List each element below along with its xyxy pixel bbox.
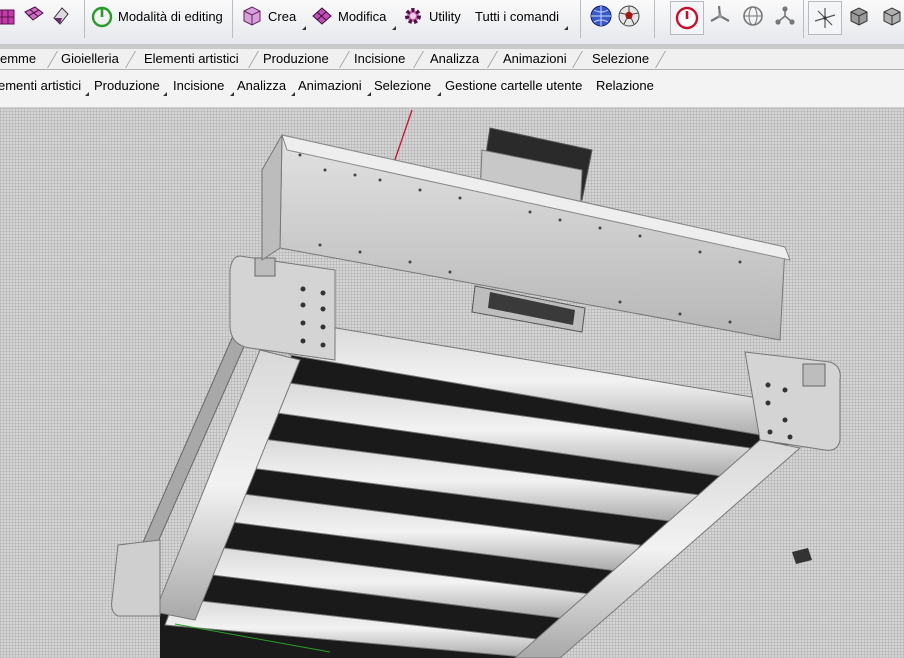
tab-produzione[interactable]: Produzione xyxy=(257,49,335,69)
fan-icon[interactable] xyxy=(708,0,732,32)
node-graph-icon[interactable] xyxy=(773,0,797,32)
tab-selezione[interactable]: Selezione xyxy=(586,49,655,69)
toolbar-separator xyxy=(654,0,655,38)
dropdown-arrow-icon[interactable] xyxy=(85,92,89,96)
dropdown-arrow-icon[interactable] xyxy=(437,92,441,96)
tab-analizza[interactable]: Analizza xyxy=(424,49,485,69)
dropdown-arrow-icon[interactable] xyxy=(291,92,295,96)
cube-icon xyxy=(243,6,261,26)
all-commands-label: Tutti i comandi xyxy=(475,8,560,24)
mesh-surface-icon[interactable] xyxy=(22,0,46,32)
tab-gioielleria[interactable]: Gioielleria xyxy=(55,49,125,69)
dropdown-arrow-icon[interactable] xyxy=(230,92,234,96)
menu-gestione-cartelle-utente[interactable]: Gestione cartelle utente xyxy=(445,77,582,95)
toolbar-separator xyxy=(84,0,85,38)
modify-label: Modifica xyxy=(338,8,387,24)
power-off-icon xyxy=(675,6,699,30)
small-part xyxy=(792,548,812,564)
all-commands-button[interactable]: Tutti i comandi xyxy=(475,0,559,32)
editing-mode-label: Modalità di editing xyxy=(118,8,223,24)
bracket-plate xyxy=(229,255,336,361)
box-view-2-icon[interactable] xyxy=(880,0,904,32)
modify-surface-icon xyxy=(312,7,332,25)
sphere-grid-icon[interactable] xyxy=(741,0,765,32)
viewport-3d[interactable] xyxy=(0,108,904,658)
dropdown-arrow-icon[interactable] xyxy=(302,26,306,30)
soccer-ball-icon[interactable] xyxy=(617,0,641,32)
dropdown-arrow-icon[interactable] xyxy=(392,26,396,30)
dropdown-arrow-icon[interactable] xyxy=(367,92,371,96)
menu-relazione[interactable]: Relazione xyxy=(596,77,654,95)
menu-elementi-artistici[interactable]: ementi artistici xyxy=(0,77,81,95)
box-view-icon[interactable] xyxy=(847,0,871,32)
dropdown-arrow-icon[interactable] xyxy=(163,92,167,96)
tab-bar: emme Gioielleria Elementi artistici Prod… xyxy=(0,49,904,70)
tab-emme[interactable]: emme xyxy=(0,49,42,69)
axis-gizmo-icon xyxy=(814,8,836,28)
toolbar-separator xyxy=(580,0,581,38)
tab-incisione[interactable]: Incisione xyxy=(348,49,411,69)
gear-icon xyxy=(405,8,421,24)
axis-gizmo-button[interactable] xyxy=(808,1,842,35)
editing-mode-button[interactable]: Modalità di editing xyxy=(90,0,223,32)
menu-incisione[interactable]: Incisione xyxy=(173,77,224,95)
create-button[interactable]: Crea xyxy=(240,0,296,32)
power-icon xyxy=(91,6,113,28)
tab-elementi-artistici[interactable]: Elementi artistici xyxy=(138,49,245,69)
toolbar-separator xyxy=(803,0,804,38)
cnc-frame-model xyxy=(111,109,841,658)
create-label: Crea xyxy=(268,8,297,24)
globe-render-icon[interactable] xyxy=(589,0,613,32)
utility-label: Utility xyxy=(429,8,461,24)
menu-analizza[interactable]: Analizza xyxy=(237,77,286,95)
utility-button[interactable]: Utility xyxy=(401,0,461,32)
bracket-plate xyxy=(744,351,841,451)
stop-button[interactable] xyxy=(670,1,704,35)
modify-button[interactable]: Modifica xyxy=(310,0,386,32)
menu-produzione[interactable]: Produzione xyxy=(94,77,160,95)
menu-selezione[interactable]: Selezione xyxy=(374,77,431,95)
toolbar-separator xyxy=(232,0,233,38)
main-toolbar: Modalità di editing Crea Modifica Utilit… xyxy=(0,0,904,45)
tab-animazioni[interactable]: Animazioni xyxy=(497,49,573,69)
surface-edit-icon[interactable] xyxy=(50,0,72,32)
dropdown-arrow-icon[interactable] xyxy=(564,26,568,30)
menu-animazioni[interactable]: Animazioni xyxy=(298,77,362,95)
command-menu-bar: ementi artistici Produzione Incisione An… xyxy=(0,70,904,108)
grid-surface-icon[interactable] xyxy=(0,0,18,32)
